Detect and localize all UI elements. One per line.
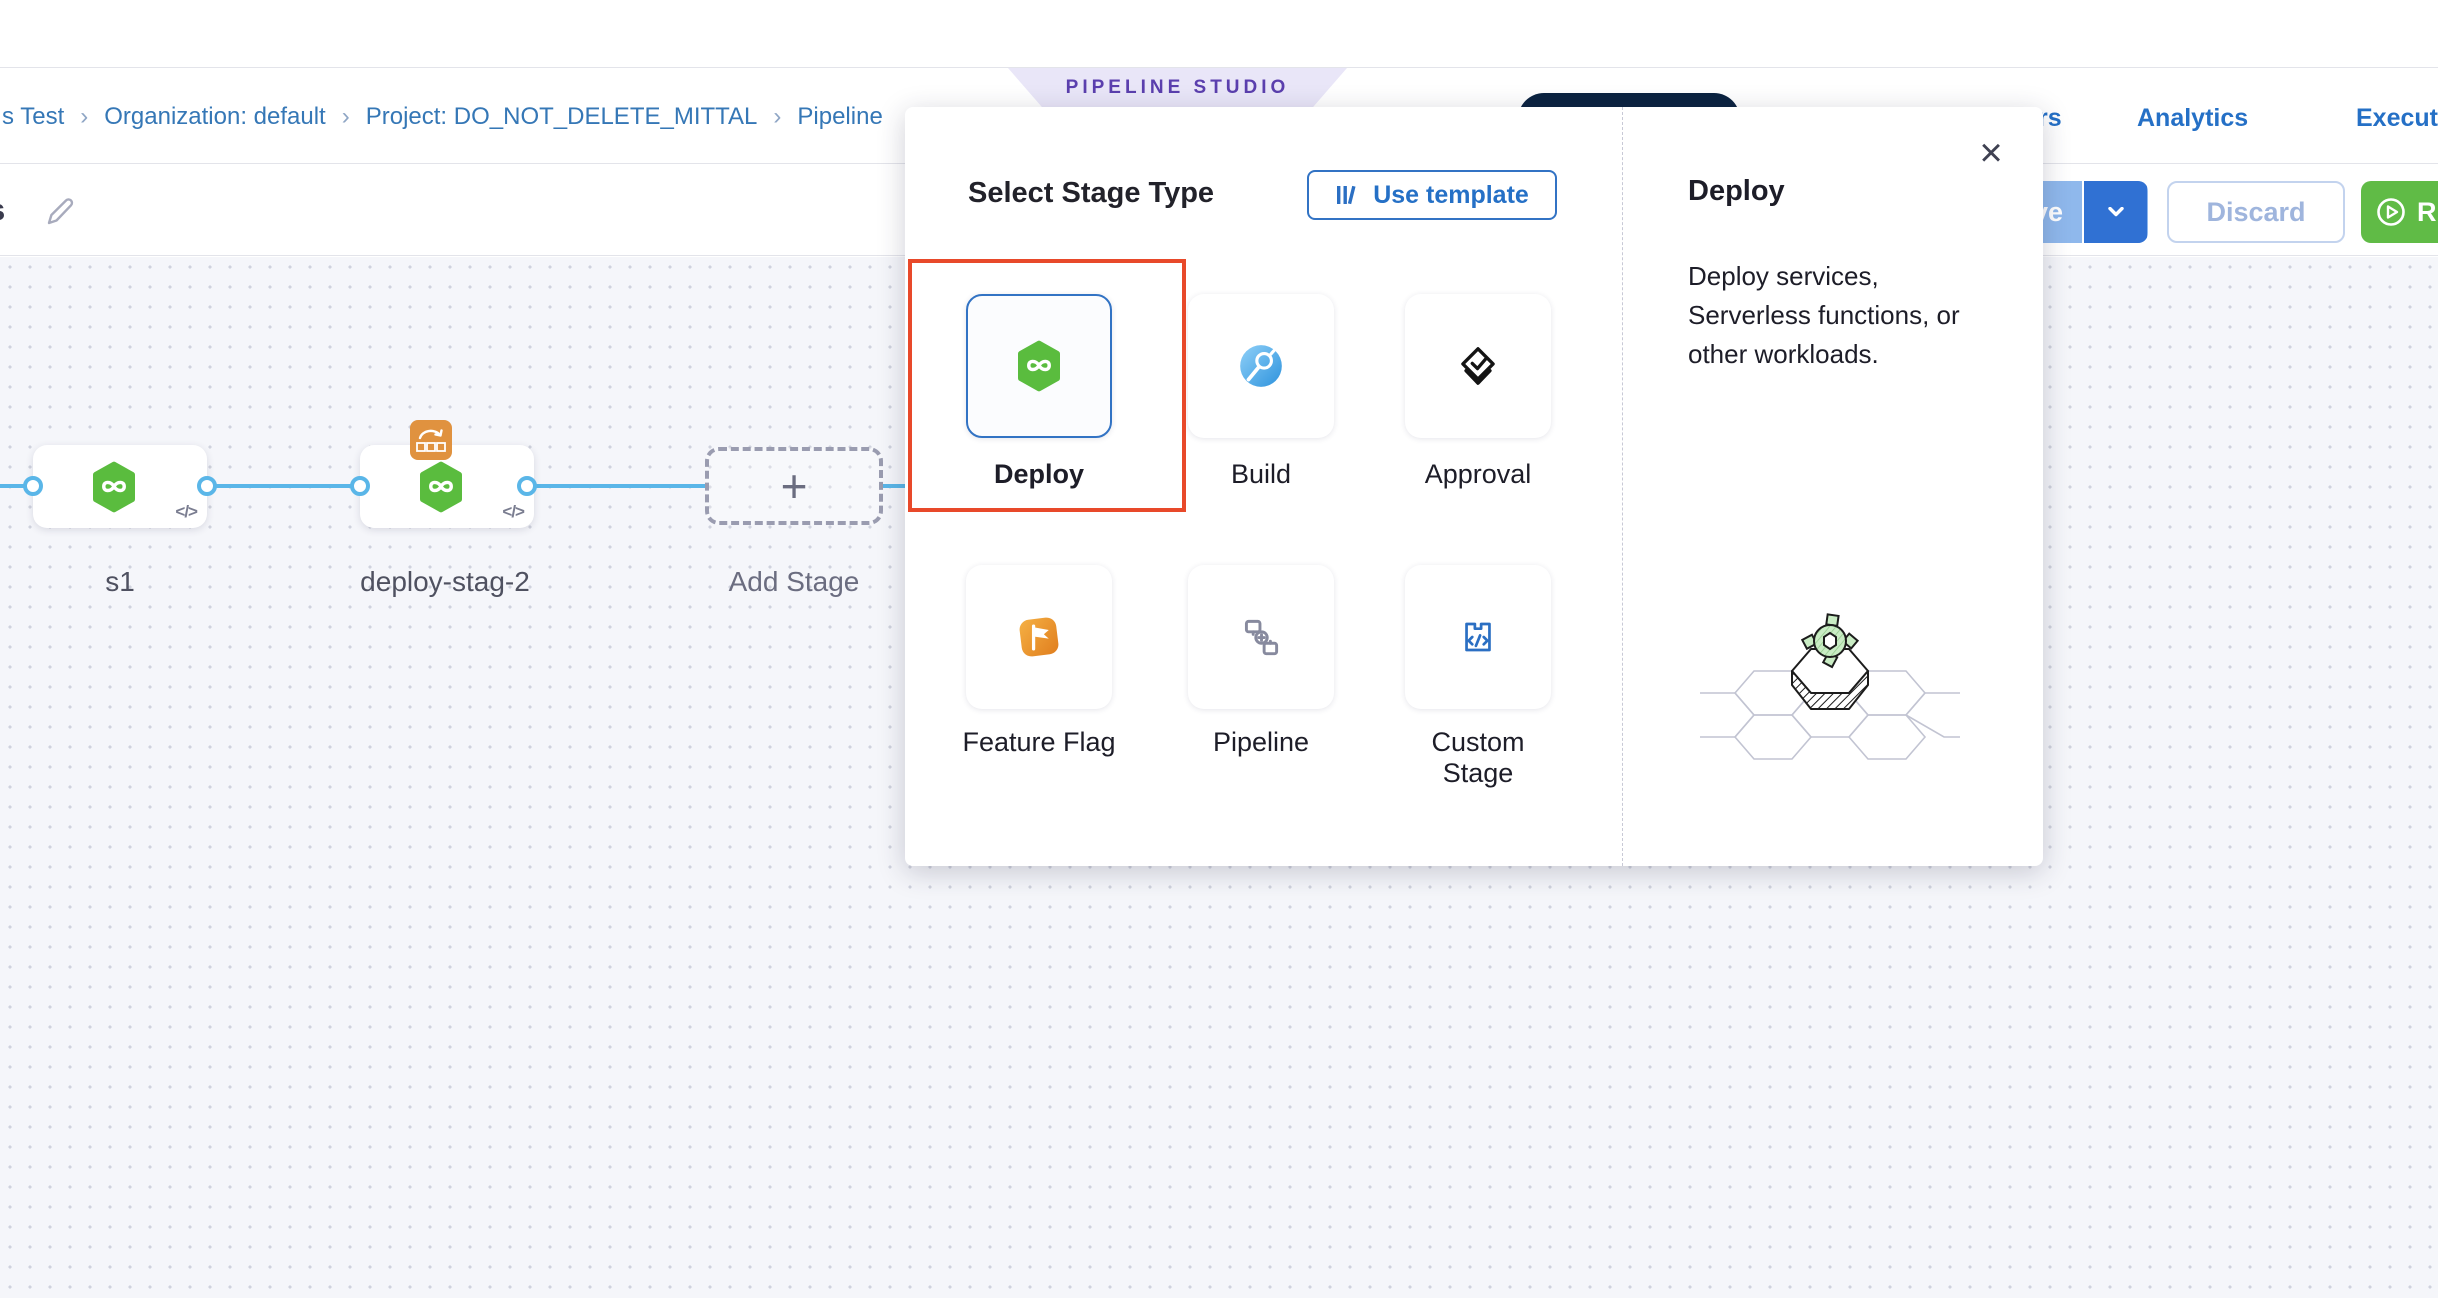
tab-analytics-label: Analytics	[2137, 104, 2248, 133]
stage-type-label-approval: Approval	[1395, 459, 1561, 490]
breadcrumb-item-organization[interactable]: Organization: default	[104, 103, 325, 131]
stage-label-deploy-stag-2: deploy-stag-2	[340, 566, 550, 598]
pipeline-name-fragment: s	[0, 192, 5, 228]
cd-hexagon-icon	[88, 459, 140, 515]
stage-type-card-build[interactable]	[1188, 294, 1334, 438]
stage-label-s1: s1	[33, 566, 207, 598]
port-s1-out[interactable]	[197, 476, 217, 496]
pipeline-studio-banner-label: PIPELINE STUDIO	[1066, 77, 1290, 99]
cd-hexagon-icon	[415, 459, 467, 515]
build-ci-icon	[1236, 341, 1286, 391]
breadcrumb-separator: ›	[80, 103, 88, 131]
pencil-icon	[42, 192, 80, 230]
discard-button[interactable]: Discard	[2167, 181, 2345, 243]
edit-pipeline-name-button[interactable]	[42, 192, 80, 230]
port-deploy-stag-2-out[interactable]	[517, 476, 537, 496]
run-button[interactable]: Run	[2361, 181, 2438, 243]
stage-node-s1[interactable]: </>	[33, 445, 207, 528]
add-stage-button[interactable]: +	[705, 447, 883, 525]
port-deploy-stag-2-in[interactable]	[350, 476, 370, 496]
breadcrumb-item-project[interactable]: Project: DO_NOT_DELETE_MITTAL	[366, 103, 758, 131]
select-stage-type-modal: Select Stage Type Use template ×	[905, 107, 2043, 866]
stage-type-label-pipeline: Pipeline	[1178, 727, 1344, 758]
tab-execution-history[interactable]: Execution History	[2356, 93, 2438, 143]
rolling-deployment-badge	[410, 420, 452, 460]
deploy-cd-icon	[1013, 338, 1065, 394]
modal-title: Select Stage Type	[968, 177, 1214, 210]
stage-type-label-feature-flag: Feature Flag	[956, 727, 1122, 758]
stage-type-card-pipeline[interactable]	[1188, 565, 1334, 709]
use-template-label: Use template	[1373, 181, 1529, 210]
pipeline-studio-banner: PIPELINE STUDIO	[1008, 68, 1347, 107]
stage-type-card-custom[interactable]	[1405, 565, 1551, 709]
discard-button-label: Discard	[2206, 197, 2305, 228]
stage-type-label-custom: Custom Stage	[1395, 727, 1561, 789]
add-stage-label: Add Stage	[705, 566, 883, 598]
breadcrumb-separator: ›	[342, 103, 350, 131]
edge-s1-to-deploy-stag-2	[207, 484, 362, 488]
top-header-bar	[0, 0, 2438, 68]
rolling-deployment-icon	[414, 424, 448, 456]
code-icon[interactable]: </>	[175, 502, 197, 522]
stage-detail-description: Deploy services, Serverless functions, o…	[1688, 257, 1968, 374]
breadcrumb: s Test › Organization: default › Project…	[2, 69, 883, 164]
breadcrumb-separator: ›	[773, 103, 781, 131]
edge-deploy-stag-2-to-add	[527, 484, 707, 488]
use-template-button[interactable]: Use template	[1307, 170, 1557, 220]
custom-stage-icon	[1453, 612, 1503, 662]
feature-flag-icon	[1013, 611, 1065, 663]
run-play-icon	[2375, 196, 2407, 228]
stage-type-card-deploy[interactable]	[966, 294, 1112, 438]
chevron-down-icon	[2108, 207, 2124, 217]
breadcrumb-item-test[interactable]: s Test	[2, 103, 64, 131]
stage-type-card-approval[interactable]	[1405, 294, 1551, 438]
stage-type-label-build: Build	[1178, 459, 1344, 490]
code-icon[interactable]: </>	[502, 502, 524, 522]
run-button-label: Run	[2417, 197, 2438, 228]
breadcrumb-item-pipeline[interactable]: Pipeline	[797, 103, 882, 131]
port-s1-in[interactable]	[23, 476, 43, 496]
stage-type-card-feature-flag[interactable]	[966, 565, 1112, 709]
stage-type-label-deploy: Deploy	[956, 459, 1122, 490]
pipeline-stage-icon	[1236, 612, 1286, 662]
save-menu-caret[interactable]	[2084, 181, 2147, 243]
stage-detail-title: Deploy	[1688, 175, 1785, 208]
deploy-illustration	[1700, 597, 1960, 772]
close-icon[interactable]: ×	[1967, 129, 2015, 177]
template-library-icon	[1335, 183, 1361, 207]
modal-divider	[1622, 107, 1623, 866]
tab-analytics[interactable]: Analytics	[2137, 93, 2248, 143]
approval-icon	[1453, 341, 1503, 391]
tab-execution-history-label: Execution History	[2356, 104, 2438, 133]
plus-icon: +	[781, 463, 808, 509]
